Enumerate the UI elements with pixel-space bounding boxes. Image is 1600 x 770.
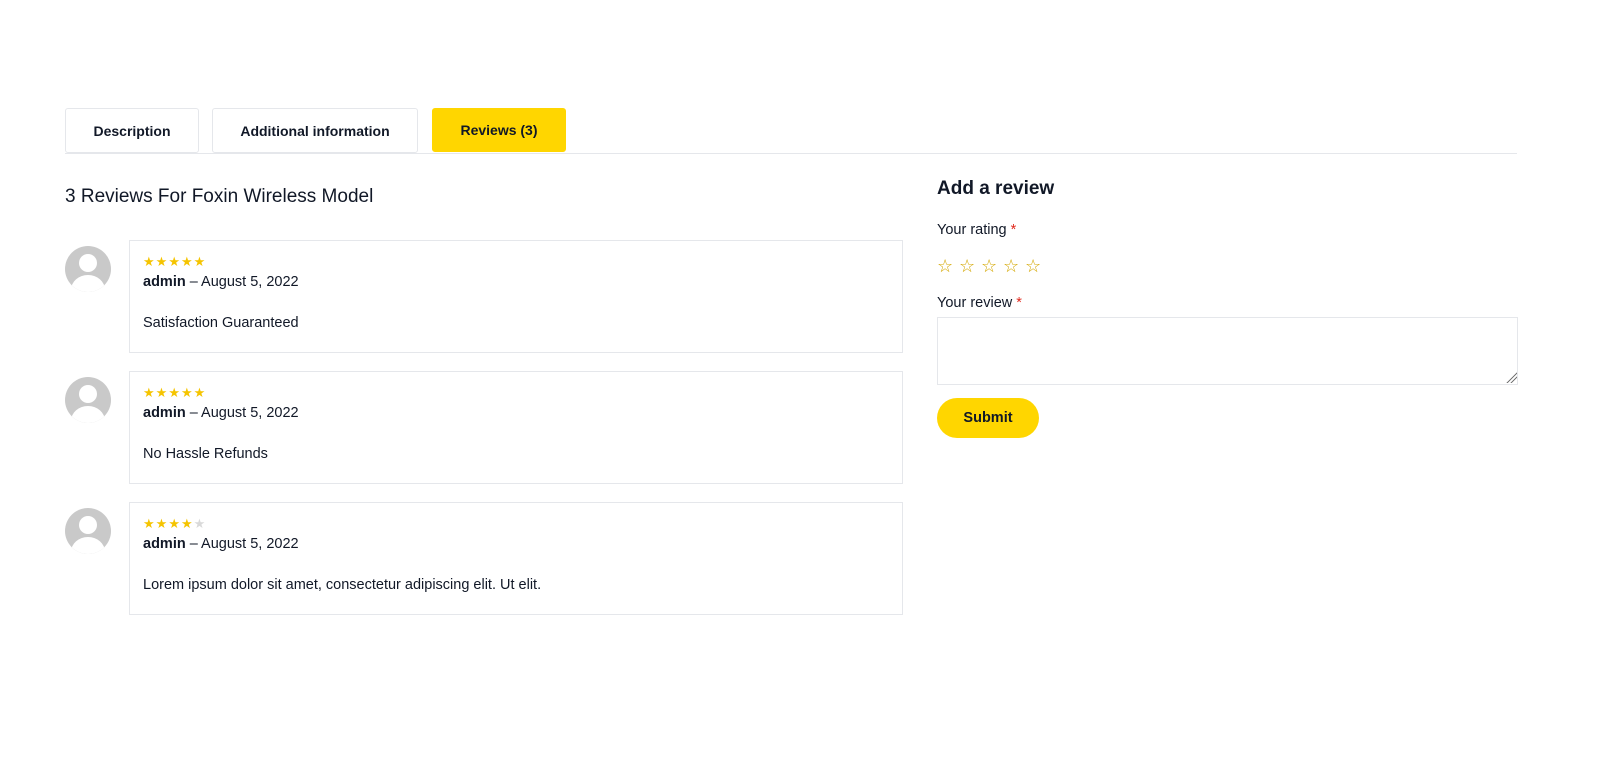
rating-input: ☆ ☆ ☆ ☆ ☆ xyxy=(937,256,1041,276)
review-text: Satisfaction Guaranteed xyxy=(143,315,299,331)
review-date: – August 5, 2022 xyxy=(185,536,299,552)
review-item: ★★★★★ admin – August 5, 2022 No Hassle R… xyxy=(65,371,903,484)
star-icon: ★ xyxy=(155,385,169,400)
review-text: Lorem ipsum dolor sit amet, consectetur … xyxy=(143,577,542,593)
avatar xyxy=(65,246,111,292)
star-icon: ★ xyxy=(143,254,156,269)
star-icon: ★ xyxy=(180,516,194,531)
review-text: No Hassle Refunds xyxy=(143,446,268,462)
reviews-title: 3 Reviews For Foxin Wireless Model xyxy=(65,186,374,207)
submit-button[interactable]: Submit xyxy=(937,398,1039,438)
review-author: admin xyxy=(143,274,186,290)
review-label: Your review * xyxy=(937,295,1022,311)
tab-reviews[interactable]: Reviews (3) xyxy=(432,108,566,152)
review-meta: admin – August 5, 2022 xyxy=(143,274,299,290)
required-mark: * xyxy=(1016,295,1022,311)
star-rating: ★★★★★ xyxy=(143,255,206,269)
review-author: admin xyxy=(143,405,186,421)
star-2-icon[interactable]: ☆ xyxy=(959,256,975,276)
review-author: admin xyxy=(143,536,186,552)
rating-label: Your rating * xyxy=(937,222,1016,238)
star-icon: ★ xyxy=(155,516,169,531)
review-box: ★★★★★ admin – August 5, 2022 Lorem ipsum… xyxy=(129,502,903,615)
review-date: – August 5, 2022 xyxy=(185,274,299,290)
star-icon: ★ xyxy=(180,385,194,400)
review-textarea[interactable] xyxy=(937,317,1518,385)
star-3-icon[interactable]: ☆ xyxy=(981,256,997,276)
review-item: ★★★★★ admin – August 5, 2022 Satisfactio… xyxy=(65,240,903,353)
star-rating: ★★★★★ xyxy=(143,386,206,400)
star-icon: ★ xyxy=(193,254,207,269)
resize-handle-icon[interactable] xyxy=(1505,371,1517,383)
star-icon: ★ xyxy=(168,516,181,531)
avatar xyxy=(65,508,111,554)
add-review-title: Add a review xyxy=(937,178,1055,199)
review-meta: admin – August 5, 2022 xyxy=(143,536,299,552)
star-1-icon[interactable]: ☆ xyxy=(937,256,953,276)
tab-description[interactable]: Description xyxy=(65,108,199,153)
star-icon: ★ xyxy=(180,254,194,269)
tab-additional-information[interactable]: Additional information xyxy=(212,108,418,153)
review-label-text: Your review xyxy=(937,295,1013,311)
product-tabs: Description Additional information Revie… xyxy=(65,108,1517,154)
review-box: ★★★★★ admin – August 5, 2022 No Hassle R… xyxy=(129,371,903,484)
star-rating: ★★★★★ xyxy=(143,517,206,531)
review-item: ★★★★★ admin – August 5, 2022 Lorem ipsum… xyxy=(65,502,903,615)
review-box: ★★★★★ admin – August 5, 2022 Satisfactio… xyxy=(129,240,903,353)
star-icon: ★ xyxy=(193,385,207,400)
review-date: – August 5, 2022 xyxy=(185,405,299,421)
avatar xyxy=(65,377,111,423)
review-meta: admin – August 5, 2022 xyxy=(143,405,299,421)
star-icon: ★ xyxy=(168,385,181,400)
star-icon: ★ xyxy=(155,254,169,269)
star-icon: ★ xyxy=(143,516,156,531)
star-icon: ★ xyxy=(168,254,181,269)
star-5-icon[interactable]: ☆ xyxy=(1025,256,1041,276)
required-mark: * xyxy=(1010,222,1017,238)
rating-label-text: Your rating xyxy=(937,222,1007,238)
star-icon: ★ xyxy=(193,516,207,531)
star-4-icon[interactable]: ☆ xyxy=(1003,256,1019,276)
star-icon: ★ xyxy=(143,385,156,400)
